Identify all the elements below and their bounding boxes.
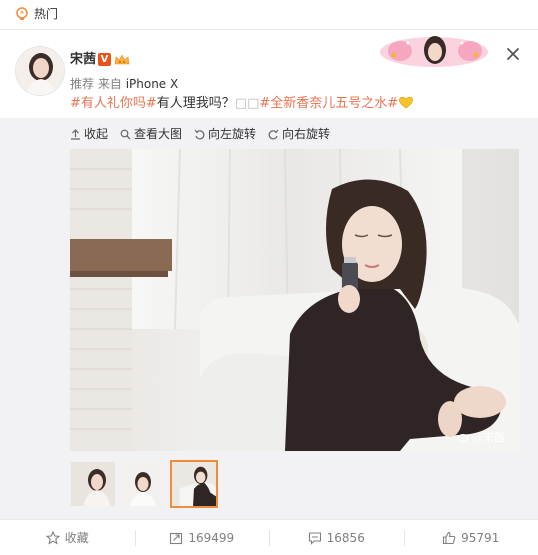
view-large-label: 查看大图 — [134, 127, 183, 141]
rotate-left-button[interactable]: 向左旋转 — [194, 127, 256, 141]
rotate-right-label: 向右旋转 — [282, 127, 331, 141]
rotate-left-icon — [194, 129, 205, 139]
meta-prefix: 推荐 — [70, 77, 95, 91]
watermark: @宋茜 — [458, 429, 505, 445]
collapse-icon — [71, 128, 80, 140]
like-button[interactable]: 95791 — [403, 520, 538, 555]
meta-source-prefix: 来自 — [97, 77, 122, 91]
thumbnail-2[interactable] — [120, 461, 166, 507]
comment-icon — [308, 531, 321, 545]
thumbnail-3-active[interactable] — [170, 460, 218, 508]
star-icon — [45, 530, 60, 545]
comment-count: 16856 — [326, 530, 365, 545]
avatar[interactable] — [15, 46, 65, 96]
collapse-label: 收起 — [84, 127, 109, 141]
post-meta: 推荐 来自 iPhone X — [70, 77, 178, 91]
meta-source[interactable]: iPhone X — [126, 77, 179, 91]
thumbnail-strip — [70, 460, 222, 509]
yellow-heart-icon — [399, 96, 414, 109]
action-bar: 收藏 169499 16856 95791 — [0, 519, 538, 555]
thumbs-up-icon — [443, 531, 456, 544]
thumbnail-1[interactable] — [70, 461, 116, 507]
watermark-text: @宋茜 — [472, 431, 505, 444]
hot-tag-bar: 热门 — [0, 0, 538, 30]
main-photo[interactable]: @宋茜 — [70, 149, 519, 451]
post-text-placeholder: □□ — [234, 96, 260, 111]
comment-button[interactable]: 16856 — [269, 520, 404, 555]
repost-count: 169499 — [188, 530, 235, 545]
rotate-right-icon — [268, 129, 279, 139]
rotate-right-button[interactable]: 向右旋转 — [268, 127, 330, 141]
topic-link-2[interactable]: #全新香奈儿五号之水# — [259, 96, 398, 111]
collapse-button[interactable]: 收起 — [70, 127, 108, 141]
favorite-label: 收藏 — [64, 531, 89, 545]
rotate-left-label: 向左旋转 — [208, 127, 257, 141]
verified-badge: V — [98, 53, 111, 66]
bulb-icon — [16, 7, 28, 20]
magnifier-icon — [120, 129, 131, 139]
crown-icon — [114, 54, 130, 65]
post-text: #有人礼你吗#有人理我吗？□□#全新香奈儿五号之水# — [70, 96, 414, 112]
username[interactable]: 宋茜 — [70, 52, 96, 68]
post-text-plain: 有人理我吗？ — [156, 96, 235, 111]
media-toolbar: 收起 查看大图 向左旋转 向右旋转 — [70, 126, 342, 142]
weibo-logo-icon — [458, 434, 468, 442]
close-icon[interactable] — [506, 47, 520, 61]
favorite-button[interactable]: 收藏 — [0, 520, 135, 555]
view-large-button[interactable]: 查看大图 — [120, 127, 182, 141]
decoration-sticker — [380, 36, 488, 67]
topic-link-1[interactable]: #有人礼你吗# — [70, 96, 157, 111]
repost-button[interactable]: 169499 — [134, 520, 270, 555]
like-count: 95791 — [461, 530, 500, 545]
hot-tag-label: 热门 — [34, 7, 59, 21]
repost-icon — [170, 532, 183, 544]
